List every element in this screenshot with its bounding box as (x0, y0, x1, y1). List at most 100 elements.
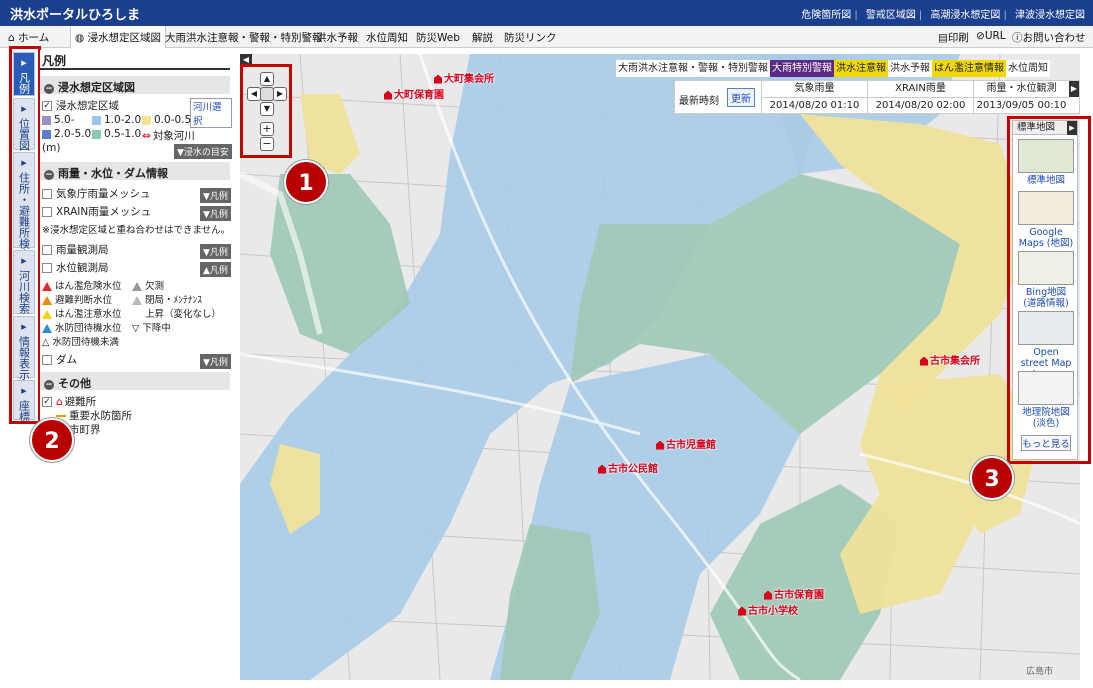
shelter-icon: ⌂ (56, 396, 63, 408)
rain-station-toggle[interactable]: 雨量観測局 (42, 242, 109, 257)
col-header-weather-rain: 気象雨量 (761, 81, 867, 97)
map-label-furuichi-nursery[interactable]: 古市保育園 (764, 586, 824, 601)
swatch (92, 115, 101, 125)
swatch (42, 129, 51, 139)
table-next-icon[interactable]: ▶ (1069, 81, 1079, 97)
callout-box-1 (240, 64, 292, 158)
xrain-legend-button[interactable]: ▼凡例 (200, 206, 231, 221)
collapse-icon: − (44, 170, 54, 180)
checkbox-icon (42, 189, 52, 199)
layer-tab-flood-advisory[interactable]: 洪水注意報 (834, 60, 888, 77)
nav-bousai-web[interactable]: 防災Web (416, 30, 460, 45)
jma-mesh-toggle[interactable]: 気象庁雨量メッシュ (42, 186, 151, 201)
jma-legend-button[interactable]: ▼凡例 (200, 188, 231, 203)
checkbox-checked-icon: ✓ (42, 397, 52, 407)
map-label-omachi-nursery[interactable]: 大町保育園 (384, 86, 444, 101)
map-canvas[interactable]: 大町集会所 大町保育園 古市集会所 古市児童館 古市公民館 古市保育園 古市小学… (240, 54, 1080, 680)
mesh-note: ※浸水想定区域と重ね合わせはできません。 (42, 225, 231, 236)
checkbox-icon (42, 245, 52, 255)
level-standby: 水防団待機水位 (42, 320, 122, 334)
printer-icon: ▤ (938, 32, 948, 44)
layer-tab-warnings[interactable]: 大雨洪水注意報・警報・特別警報 (616, 60, 770, 77)
xrain-mesh-toggle[interactable]: XRAIN雨量メッシュ (42, 204, 151, 219)
section-rain[interactable]: − 雨量・水位・ダム情報 (40, 162, 230, 180)
url-button[interactable]: ⊘URL (976, 30, 1006, 42)
river-icon: ⇔ (142, 130, 151, 142)
legend-divider (40, 68, 230, 70)
swatch (142, 115, 151, 125)
nav-bousai-links[interactable]: 防災リンク (504, 30, 557, 45)
callout-badge-2: 2 (30, 418, 74, 462)
depth-0-05: 0.0-0.5 (142, 114, 191, 126)
level-falling: ▽ 下降中 (132, 323, 171, 334)
main-nav: ⌂ ホーム ◍ 浸水想定区域図 大雨洪水注意報・警報・特別警報 洪水予報 水位周… (0, 26, 1093, 48)
layer-tab-special-warning[interactable]: 大雨特別警報 (770, 60, 834, 77)
level-closed: 閉局・ﾒﾝﾃﾅﾝｽ (132, 292, 202, 306)
triangle-yellow-icon (42, 310, 52, 319)
section-inundation[interactable]: − 浸水想定区域図 (40, 76, 230, 94)
triangle-blue-icon (42, 324, 52, 333)
flood-point-item: 重要水防箇所 (56, 408, 132, 423)
layer-tab-flood-forecast[interactable]: 洪水予報 (888, 60, 932, 77)
map-label-furuichi-hall[interactable]: 古市集会所 (920, 352, 980, 367)
river-select-button[interactable]: 河川選択 (190, 98, 232, 128)
triangle-outline-icon: △ (42, 337, 50, 348)
water-station-legend-button[interactable]: ▲凡例 (200, 262, 231, 277)
print-button[interactable]: ▤印刷 (938, 30, 969, 45)
nav-flood-forecast[interactable]: 洪水予報 (316, 30, 358, 45)
nav-home[interactable]: ⌂ ホーム (8, 30, 49, 45)
callout-box-3 (1007, 116, 1091, 464)
triangle-orange-icon (42, 296, 52, 305)
latest-time-label: 最新時刻 (679, 96, 719, 107)
callout-badge-3: 3 (970, 456, 1014, 500)
col-header-xrain: XRAIN雨量 (867, 81, 973, 97)
checkbox-icon (42, 355, 52, 365)
map-label-furuichi-childrens[interactable]: 古市児童館 (656, 436, 716, 451)
checkbox-icon (42, 207, 52, 217)
dam-legend-button[interactable]: ▼凡例 (200, 354, 231, 369)
map-label-furuichi-school[interactable]: 古市小学校 (738, 602, 798, 617)
link-warning-area[interactable]: 警戒区域図 (866, 10, 916, 21)
nav-explanation[interactable]: 解説 (472, 30, 493, 45)
link-danger-map[interactable]: 危険箇所図 (801, 10, 851, 21)
level-danger: はん濫危険水位 (42, 278, 122, 292)
shelter-pin-icon (656, 440, 664, 450)
legend-title: 凡例 (42, 54, 67, 68)
link-tsunami[interactable]: 津波浸水想定図 (1015, 10, 1085, 21)
link-storm-surge[interactable]: 高潮浸水想定図 (930, 10, 1000, 21)
layer-tab-water-level[interactable]: 水位周知 (1006, 60, 1050, 77)
header-links: 危険箇所図 | 警戒区域図 | 高潮浸水想定図 | 津波浸水想定図 (801, 10, 1085, 21)
inundation-area-toggle[interactable]: ✓ 浸水想定区域 (42, 98, 119, 113)
update-button[interactable]: 更新 (727, 88, 755, 107)
globe-icon: ◍ (75, 32, 85, 44)
contact-button[interactable]: ⓘお問い合わせ (1012, 30, 1086, 45)
level-evacuation: 避難判断水位 (42, 292, 112, 306)
shelter-pin-icon (384, 90, 392, 100)
shelter-pin-icon (764, 590, 772, 600)
collapse-icon: − (44, 380, 54, 390)
site-title[interactable]: 洪水ポータルひろしま (10, 4, 140, 23)
nav-inundation-map[interactable]: ◍ 浸水想定区域図 (70, 26, 167, 48)
nav-warnings[interactable]: 大雨洪水注意報・警報・特別警報 (165, 30, 323, 45)
collapse-icon: − (44, 84, 54, 94)
shelter-pin-icon (434, 74, 442, 84)
map-label-omachi-hall[interactable]: 大町集会所 (434, 70, 494, 85)
callout-badge-1: 1 (284, 160, 328, 204)
nav-water-level[interactable]: 水位周知 (366, 30, 408, 45)
link-icon: ⊘ (976, 30, 985, 42)
rain-station-legend-button[interactable]: ▼凡例 (200, 244, 231, 259)
map-image (240, 54, 1080, 680)
dam-toggle[interactable]: ダム (42, 352, 77, 367)
shelter-toggle[interactable]: ✓ ⌂ 避難所 (42, 394, 96, 409)
level-caution: はん濫注意水位 (42, 306, 122, 320)
layer-tab-overflow-caution[interactable]: はん濫注意情報 (932, 60, 1006, 77)
map-label-furuichi-community[interactable]: 古市公民館 (598, 460, 658, 475)
section-other[interactable]: − その他 (40, 372, 230, 390)
depth-05-1: 0.5-1.0 (92, 128, 141, 140)
water-station-toggle[interactable]: 水位観測局 (42, 260, 109, 275)
level-rising: 上昇（変化なし） (132, 306, 221, 320)
legend-panel: 凡例 − 浸水想定区域図 ✓ 浸水想定区域 河川選択 5.0- 1.0-2.0 0.… (40, 50, 232, 682)
swatch (42, 115, 51, 125)
depth-guide-button[interactable]: ▼浸水の目安 (174, 144, 232, 159)
shelter-pin-icon (920, 356, 928, 366)
